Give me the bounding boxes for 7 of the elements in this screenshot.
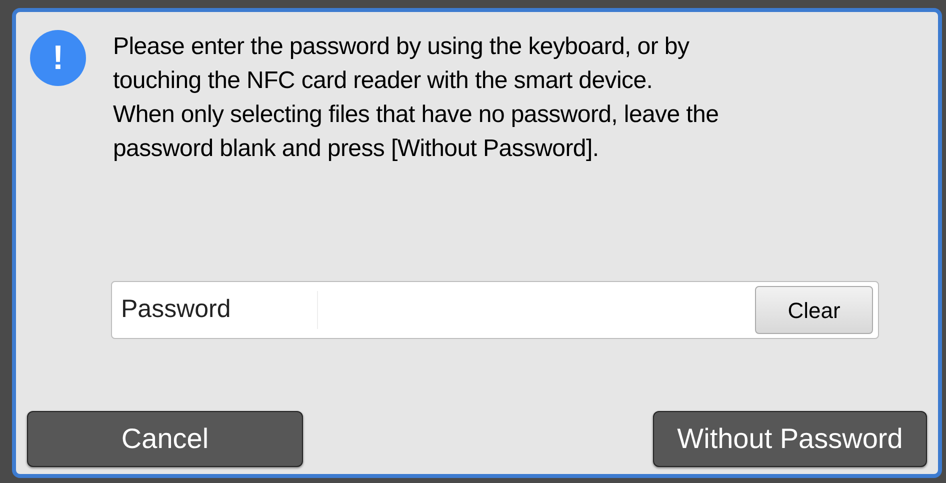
without-password-button[interactable]: Without Password xyxy=(653,411,927,467)
field-label: Password xyxy=(121,291,318,329)
password-field[interactable]: Password Clear xyxy=(111,281,879,339)
info-icon: ! xyxy=(30,30,86,86)
cancel-button[interactable]: Cancel xyxy=(27,411,303,467)
clear-button[interactable]: Clear xyxy=(755,286,873,334)
message-text: Please enter the password by using the keyboard, or by touching the NFC card reader with the smart device. When only selecting files that have no password, leave the password blank and press [Without Password]. xyxy=(113,32,719,164)
